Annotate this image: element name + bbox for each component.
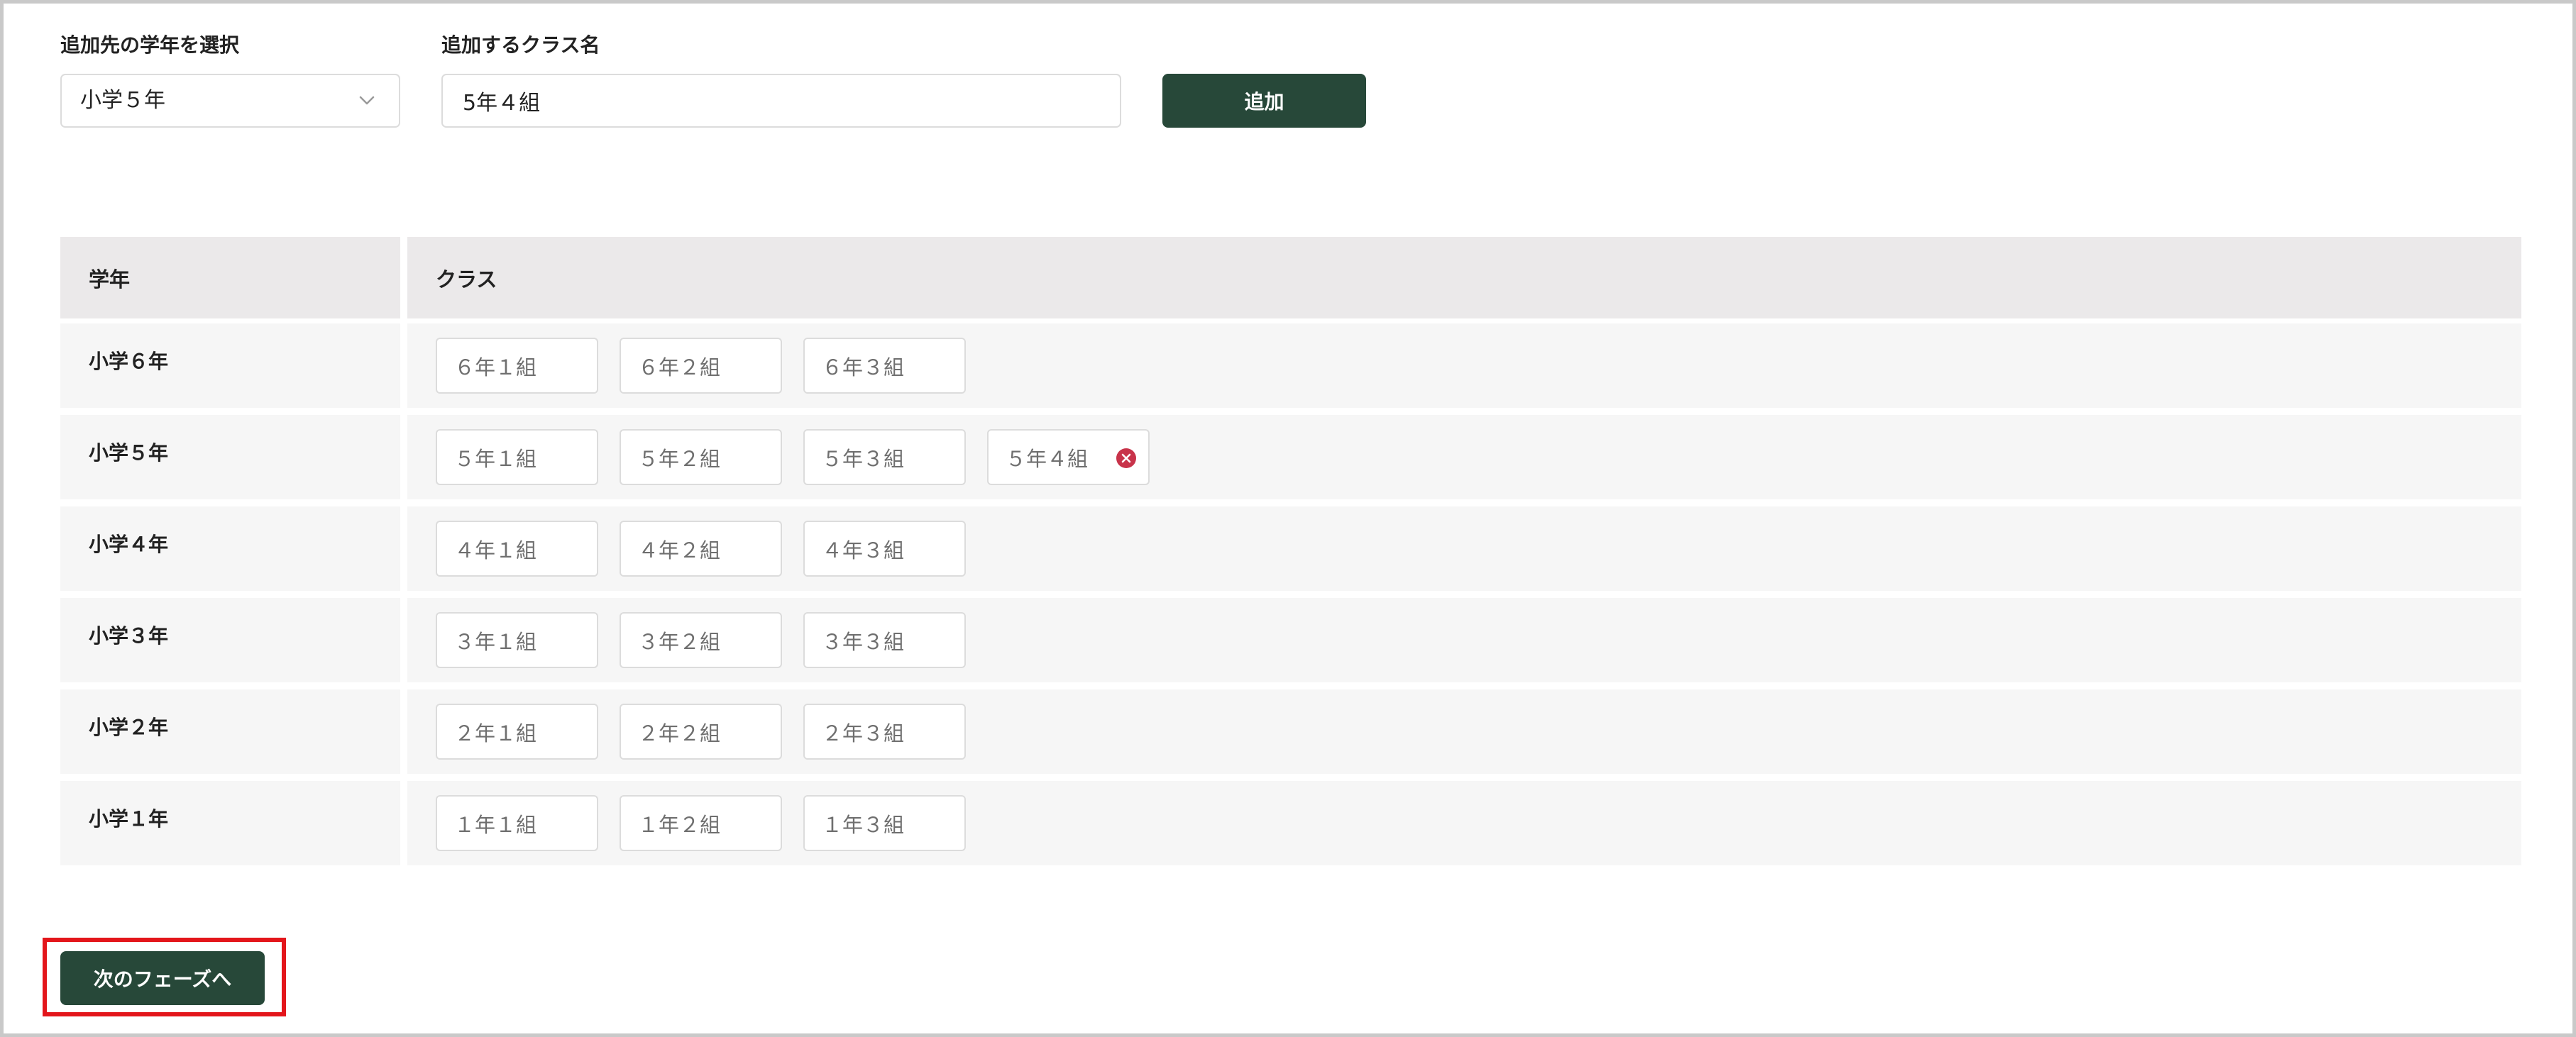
next-phase-button[interactable]: 次のフェーズへ xyxy=(60,951,265,1005)
header-grade: 学年 xyxy=(60,237,400,318)
grade-name: 小学３年 xyxy=(60,598,400,682)
class-chip[interactable]: １年１組 xyxy=(436,795,598,851)
class-chip-label: ５年４組 xyxy=(1006,446,1089,471)
grade-name: 小学１年 xyxy=(60,781,400,865)
class-chip[interactable]: ４年３組 xyxy=(803,521,966,577)
header-classes: クラス xyxy=(407,237,2521,318)
table-row: 小学４年 ４年１組 ４年２組 ４年３組 xyxy=(60,506,2521,591)
class-chip-new[interactable]: ５年４組 xyxy=(987,429,1150,485)
table-row: 小学１年 １年１組 １年２組 １年３組 xyxy=(60,781,2521,865)
close-circle-icon[interactable] xyxy=(1116,448,1137,469)
grade-name: 小学５年 xyxy=(60,415,400,499)
table-row: 小学６年 ６年１組 ６年２組 ６年３組 xyxy=(60,323,2521,408)
table-row: 小学２年 ２年１組 ２年２組 ２年３組 xyxy=(60,689,2521,774)
class-chip[interactable]: １年２組 xyxy=(620,795,782,851)
class-chip[interactable]: ３年１組 xyxy=(436,612,598,668)
class-table: 学年 クラス 小学６年 ６年１組 ６年２組 ６年３組 小学５年 ５年１組 ５年２… xyxy=(60,237,2521,872)
class-chip[interactable]: ２年３組 xyxy=(803,704,966,760)
class-chip[interactable]: ３年２組 xyxy=(620,612,782,668)
class-chip[interactable]: ２年２組 xyxy=(620,704,782,760)
grade-select-value: 小学５年 xyxy=(80,88,165,113)
class-chip[interactable]: ６年３組 xyxy=(803,338,966,394)
class-list: １年１組 １年２組 １年３組 xyxy=(407,781,2521,865)
class-list: ３年１組 ３年２組 ３年３組 xyxy=(407,598,2521,682)
class-name-input[interactable] xyxy=(441,74,1121,128)
page-frame: 追加先の学年を選択 小学５年 追加するクラス名 追加 学年 クラス 小学６年 ６… xyxy=(0,0,2576,1037)
class-chip[interactable]: ４年２組 xyxy=(620,521,782,577)
class-chip[interactable]: ５年２組 xyxy=(620,429,782,485)
class-list: ５年１組 ５年２組 ５年３組 ５年４組 xyxy=(407,415,2521,499)
grade-name: 小学２年 xyxy=(60,689,400,774)
table-row: 小学５年 ５年１組 ５年２組 ５年３組 ５年４組 xyxy=(60,415,2521,499)
class-chip[interactable]: ４年１組 xyxy=(436,521,598,577)
table-row: 小学３年 ３年１組 ３年２組 ３年３組 xyxy=(60,598,2521,682)
class-list: ２年１組 ２年２組 ２年３組 xyxy=(407,689,2521,774)
table-header-row: 学年 クラス xyxy=(60,237,2521,318)
class-chip[interactable]: ３年３組 xyxy=(803,612,966,668)
grade-name: 小学６年 xyxy=(60,323,400,408)
class-chip[interactable]: ５年３組 xyxy=(803,429,966,485)
grade-select-label: 追加先の学年を選択 xyxy=(60,33,240,57)
class-chip[interactable]: ５年１組 xyxy=(436,429,598,485)
grade-name: 小学４年 xyxy=(60,506,400,591)
class-list: ４年１組 ４年２組 ４年３組 xyxy=(407,506,2521,591)
grade-select[interactable]: 小学５年 xyxy=(60,74,400,128)
class-list: ６年１組 ６年２組 ６年３組 xyxy=(407,323,2521,408)
chevron-down-icon xyxy=(359,96,375,105)
class-name-label: 追加するクラス名 xyxy=(441,33,600,57)
class-chip[interactable]: ６年２組 xyxy=(620,338,782,394)
class-chip[interactable]: ６年１組 xyxy=(436,338,598,394)
add-class-button[interactable]: 追加 xyxy=(1162,74,1366,128)
class-chip[interactable]: ２年１組 xyxy=(436,704,598,760)
class-chip[interactable]: １年３組 xyxy=(803,795,966,851)
